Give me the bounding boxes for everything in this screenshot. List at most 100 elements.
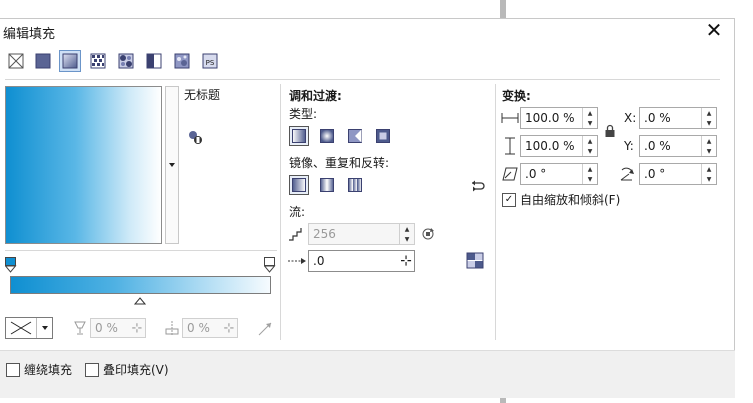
reverse-gradient-button[interactable] [256, 320, 274, 338]
preview-divider [5, 250, 277, 251]
slider-icon: ⊹ [131, 320, 143, 336]
smooth-blend-icon [466, 252, 484, 269]
node-position-icon [164, 320, 180, 336]
spin-down-icon[interactable]: ▼ [400, 234, 414, 244]
acceleration-value: .0 [313, 254, 325, 268]
y-label: Y: [624, 139, 634, 153]
spin-up-icon[interactable]: ▲ [400, 224, 414, 234]
x-offset-value: .0 % [644, 111, 671, 125]
fill-type-fountain-button[interactable] [59, 50, 81, 72]
acceleration-field[interactable]: .0 ⊹ [308, 250, 415, 272]
linear-fountain-button[interactable] [289, 126, 309, 146]
fill-width-icon [501, 112, 519, 124]
transparency-icon [73, 320, 87, 336]
fill-preview [5, 86, 162, 244]
reverse-blend-button[interactable] [468, 178, 486, 194]
save-fill-button[interactable] [186, 128, 204, 146]
color-dropdown-arrow[interactable] [36, 318, 52, 338]
fountain-fill-icon [62, 53, 78, 69]
repeat-fountain-button[interactable] [345, 175, 365, 195]
conical-fill-icon [348, 129, 362, 143]
skew-value: .0 ° [525, 167, 547, 181]
vector-pattern-icon [90, 53, 106, 69]
gradient-start-node[interactable] [4, 257, 17, 273]
spin-down-icon[interactable]: ▼ [583, 174, 597, 184]
elliptical-fountain-button[interactable] [317, 126, 337, 146]
transform-heading: 变换: [502, 89, 531, 103]
smooth-transition-button[interactable] [466, 252, 486, 270]
refresh-lock-icon [422, 228, 434, 240]
node-transparency-field[interactable]: 0 % ⊹ [90, 318, 146, 338]
mirror-blend-icon [320, 178, 334, 192]
free-scale-checkbox[interactable]: ✓ 自由缩放和倾斜(F) [502, 191, 620, 208]
spin-down-icon[interactable]: ▼ [702, 174, 716, 184]
y-offset-value: .0 % [644, 139, 671, 153]
flow-label: 流: [289, 205, 306, 219]
save-fill-icon [189, 131, 202, 144]
skew-field[interactable]: .0 ° ▲ ▼ [520, 163, 598, 185]
blend-heading: 调和过渡: [289, 89, 342, 103]
wrap-fill-checkbox[interactable]: 缠绕填充 [6, 361, 72, 378]
spin-up-icon[interactable]: ▲ [583, 164, 597, 174]
lock-steps-button[interactable] [420, 226, 436, 242]
gradient-midpoint-handle[interactable] [133, 294, 147, 305]
conical-fountain-button[interactable] [345, 126, 365, 146]
fill-height-field[interactable]: 100.0 % ▲ ▼ [520, 135, 598, 157]
node-color-picker[interactable] [5, 317, 53, 339]
aspect-lock-button[interactable] [604, 124, 616, 138]
fill-name-label: 无标题 [184, 88, 221, 102]
background-divider [500, 0, 506, 18]
fill-type-postscript-button[interactable]: PS [199, 50, 221, 72]
column-divider [495, 84, 496, 340]
fill-type-vector-pattern-button[interactable] [87, 50, 109, 72]
close-icon: ✕ [705, 18, 723, 42]
fill-type-uniform-button[interactable] [32, 50, 54, 72]
overprint-fill-checkbox[interactable]: 叠印填充(V) [85, 361, 169, 378]
checkbox-unchecked-icon [85, 362, 99, 377]
lock-icon [605, 124, 615, 137]
rotate-field[interactable]: .0 ° ▲ ▼ [639, 163, 717, 185]
node-color-swatch [6, 318, 36, 338]
spin-up-icon[interactable]: ▲ [702, 108, 716, 118]
fill-width-field[interactable]: 100.0 % ▲ ▼ [520, 107, 598, 129]
spin-up-icon[interactable]: ▲ [702, 136, 716, 146]
steps-field[interactable]: 256 ▲ ▼ [308, 223, 415, 245]
spin-down-icon[interactable]: ▼ [583, 146, 597, 156]
type-label: 类型: [289, 107, 318, 121]
fill-type-bitmap-pattern-button[interactable] [115, 50, 137, 72]
node-position-field[interactable]: 0 % ⊹ [182, 318, 238, 338]
chevron-down-icon [169, 163, 175, 167]
rectangular-fill-icon [376, 129, 390, 143]
spin-down-icon[interactable]: ▼ [702, 146, 716, 156]
close-button[interactable]: ✕ [703, 18, 725, 42]
postscript-icon-text: PS [206, 59, 215, 67]
postscript-fill-icon: PS [202, 53, 218, 69]
default-fountain-button[interactable] [289, 175, 309, 195]
two-color-pattern-icon [146, 53, 162, 69]
acceleration-icon [287, 254, 307, 268]
rectangular-fountain-button[interactable] [373, 126, 393, 146]
preview-dropdown-button[interactable] [165, 86, 179, 244]
uniform-fill-icon [35, 53, 51, 69]
x-offset-field[interactable]: .0 % ▲ ▼ [639, 107, 717, 129]
gradient-end-node[interactable] [263, 257, 276, 273]
slider-icon[interactable]: ⊹ [398, 253, 414, 269]
spin-up-icon[interactable]: ▲ [583, 136, 597, 146]
texture-fill-icon [174, 53, 190, 69]
gradient-bar[interactable] [10, 276, 271, 294]
spin-up-icon[interactable]: ▲ [702, 164, 716, 174]
spin-up-icon[interactable]: ▲ [583, 108, 597, 118]
mirror-repeat-label: 镜像、重复和反转: [289, 156, 390, 170]
node-position-value: 0 % [187, 321, 210, 335]
repeat-blend-icon [348, 178, 362, 192]
fill-type-texture-button[interactable] [171, 50, 193, 72]
fill-height-icon [504, 137, 516, 155]
mirror-fountain-button[interactable] [317, 175, 337, 195]
y-offset-field[interactable]: .0 % ▲ ▼ [639, 135, 717, 157]
spin-down-icon[interactable]: ▼ [702, 118, 716, 128]
spin-down-icon[interactable]: ▼ [583, 118, 597, 128]
overprint-fill-label: 叠印填充(V) [103, 363, 169, 377]
fill-type-two-color-button[interactable] [143, 50, 165, 72]
midpoint-marker-icon [133, 297, 147, 305]
fill-type-none-button[interactable] [5, 50, 27, 72]
